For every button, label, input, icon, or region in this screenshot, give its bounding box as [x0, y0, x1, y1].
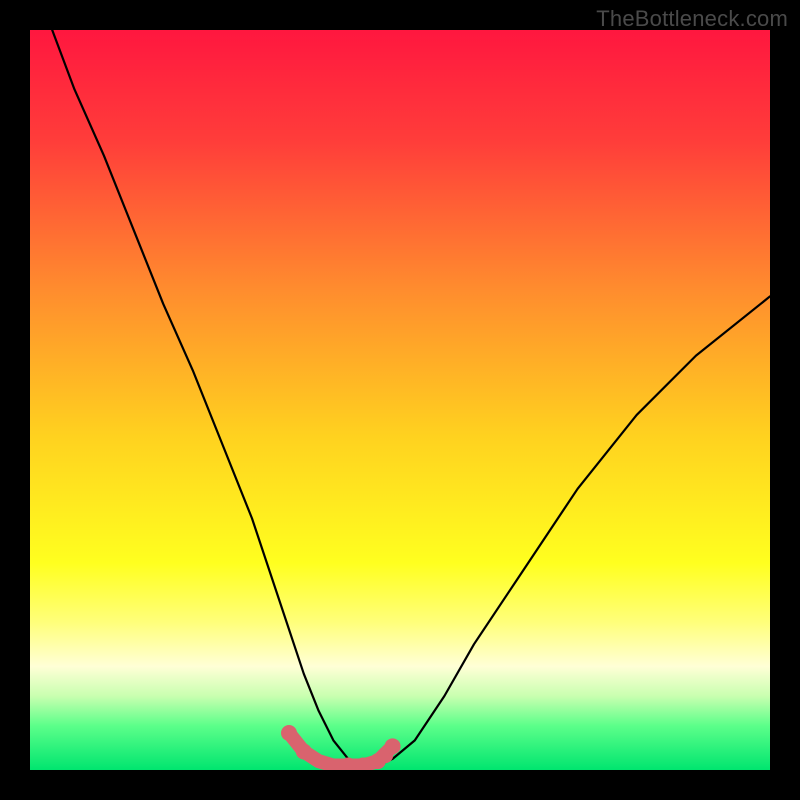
outer-frame: TheBottleneck.com [0, 0, 800, 800]
gradient-background [30, 30, 770, 770]
optimal-range-marker [385, 738, 401, 754]
watermark-text: TheBottleneck.com [596, 6, 788, 32]
optimal-range-marker [296, 744, 312, 760]
optimal-range-marker [281, 725, 297, 741]
chart-area [30, 30, 770, 770]
chart-svg [30, 30, 770, 770]
